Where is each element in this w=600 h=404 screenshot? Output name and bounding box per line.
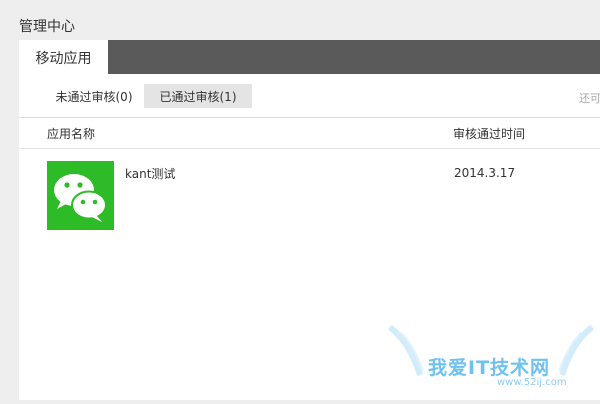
tab-mobile-apps[interactable]: 移动应用 (19, 40, 108, 75)
divider (19, 117, 600, 118)
divider (19, 148, 600, 149)
tab-bar: 移动应用 (19, 40, 600, 75)
filter-approved-button[interactable]: 已通过审核(1) (144, 84, 252, 108)
app-management-panel: 移动应用 未通过审核(0) 已通过审核(1) 还可 应用名称 审核通过时间 ka… (19, 40, 600, 400)
approval-time: 2014.3.17 (454, 166, 516, 180)
wechat-icon[interactable] (47, 161, 114, 230)
page-title: 管理中心 (19, 19, 75, 35)
column-header-app-name: 应用名称 (47, 127, 96, 141)
app-name[interactable]: kant测试 (125, 165, 175, 182)
column-header-approval-time: 审核通过时间 (453, 127, 526, 141)
filter-pending-button[interactable]: 未通过审核(0) (31, 84, 157, 108)
truncated-link[interactable]: 还可 (579, 90, 600, 106)
